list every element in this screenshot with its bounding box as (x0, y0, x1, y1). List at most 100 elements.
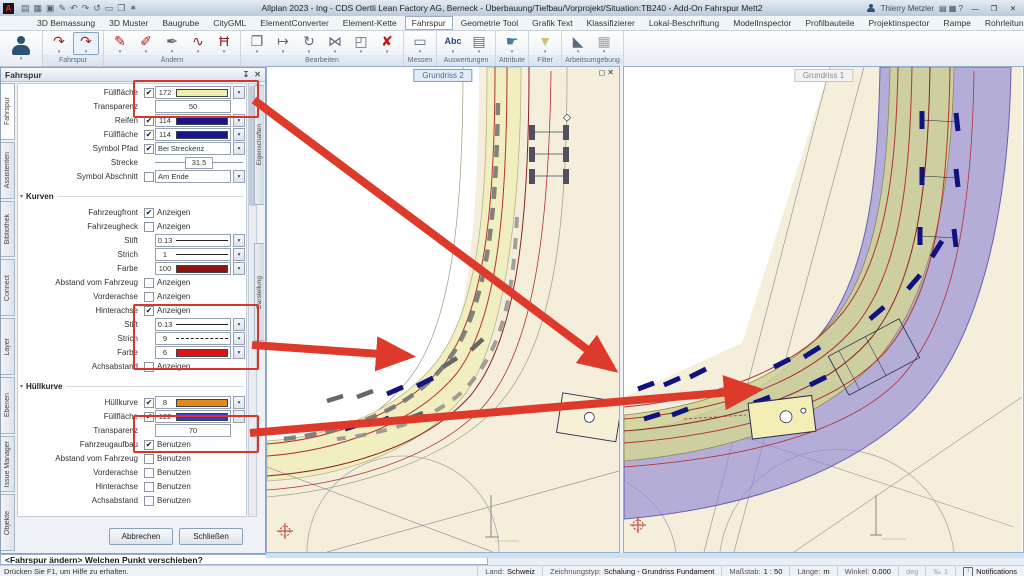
rotate-icon[interactable]: ↻▾ (297, 33, 321, 54)
user-name[interactable]: Thierry Metzler (881, 4, 934, 13)
dropdown-button[interactable]: ▾ (233, 128, 245, 141)
close-button[interactable]: ✕ (1006, 4, 1020, 13)
palette-tab-layer[interactable]: Layer (1, 318, 15, 375)
checkbox[interactable] (144, 362, 154, 372)
slider[interactable]: 31.5 (155, 157, 243, 169)
ribbon-tab-projektinspector[interactable]: Projektinspector (863, 17, 936, 29)
palette-tab-assistenten[interactable]: Assistenten (1, 142, 15, 199)
dropdown-button[interactable]: ▾ (233, 114, 245, 127)
copy-icon[interactable]: ❐▾ (245, 33, 269, 54)
linestyle-field[interactable]: 0.13 (155, 318, 231, 331)
options-icon[interactable]: ✶ (129, 4, 137, 13)
palette-tab-ebenen[interactable]: Ebenen (1, 377, 15, 434)
stretch-icon[interactable]: ↦▾ (271, 33, 295, 54)
dropdown-button[interactable]: ▾ (233, 332, 245, 345)
ribbon-tab-lokal-beschriftung[interactable]: Lokal-Beschriftung (643, 17, 725, 29)
ribbon-tab-fahrspur[interactable]: Fahrspur (405, 16, 453, 30)
dropdown-button[interactable]: ▾ (233, 410, 245, 423)
panel-side-tab-darstellung[interactable]: Darstellung (254, 243, 264, 341)
modify-curve-icon[interactable]: ∿▾ (186, 33, 210, 54)
palette-tab-fahrspur[interactable]: Fahrspur (1, 83, 15, 140)
help-icon[interactable]: ? (959, 4, 963, 13)
select-field[interactable]: Am Ende (155, 170, 231, 183)
dropdown-button[interactable]: ▾ (233, 234, 245, 247)
dropdown-button[interactable]: ▾ (233, 86, 245, 99)
viewport-window-controls[interactable]: ◻✕ (599, 68, 616, 77)
scale-icon[interactable]: ◰▾ (349, 33, 373, 54)
undo-icon[interactable]: ↶ (70, 4, 78, 13)
palette-tab-connect[interactable]: Connect (1, 259, 15, 316)
color-field[interactable]: 6 (155, 346, 231, 359)
modify-point-icon[interactable]: ✐▾ (134, 33, 158, 54)
ribbon-tab-geometrie-tool[interactable]: Geometrie Tool (455, 17, 524, 29)
cancel-button[interactable]: Abbrechen (109, 528, 173, 545)
checkbox[interactable] (144, 454, 154, 464)
value-input[interactable]: 70 (155, 424, 231, 437)
checkbox[interactable]: ✔ (144, 144, 154, 154)
viewport-grundriss-2[interactable]: Grundriss 2 ◻✕ (266, 66, 620, 553)
color-field[interactable]: 122 (155, 410, 231, 423)
abc-label-icon[interactable]: Abc▾ (441, 33, 465, 54)
redo-icon[interactable]: ↷ (82, 4, 90, 13)
shop-icon[interactable]: ▦ (949, 4, 959, 13)
window-icon[interactable]: ❐ (117, 4, 125, 13)
workspace-triangle-icon[interactable]: ◣▾ (566, 33, 590, 54)
viewport-scroll-strip[interactable] (266, 553, 1024, 558)
checkbox[interactable] (144, 496, 154, 506)
minimize-button[interactable]: — (968, 4, 982, 13)
workspace-grid-icon[interactable]: ▦▾ (592, 33, 616, 54)
checkbox[interactable]: ✔ (144, 130, 154, 140)
ribbon-tab-element-kette[interactable]: Element-Kette (337, 17, 403, 29)
palette-tab-bibliothek[interactable]: Bibliothek (1, 201, 15, 258)
color-field[interactable]: 114 (155, 114, 231, 127)
maximize-button[interactable]: ❐ (987, 4, 1001, 13)
ribbon-tab-citygml[interactable]: CityGML (207, 17, 252, 29)
ribbon-tab-rohrleitung[interactable]: Rohrleitung (979, 17, 1024, 29)
checkbox[interactable] (144, 468, 154, 478)
dropdown-button[interactable]: ▾ (233, 170, 245, 183)
fahrspur-modify-icon[interactable]: ↷▾ (73, 32, 99, 55)
checkbox[interactable] (144, 292, 154, 302)
dropdown-button[interactable]: ▾ (233, 262, 245, 275)
user-avatar-icon[interactable] (867, 4, 876, 13)
dropdown-button[interactable]: ▾ (233, 318, 245, 331)
checkbox[interactable]: ✔ (144, 398, 154, 408)
checkbox[interactable]: ✔ (144, 116, 154, 126)
repeat-icon[interactable]: ↺ (93, 4, 101, 13)
checkbox[interactable]: ✔ (144, 440, 154, 450)
dropdown-button[interactable]: ▾ (233, 396, 245, 409)
value-input[interactable]: 50 (155, 100, 231, 113)
viewport-label[interactable]: Grundriss 2 (413, 69, 472, 82)
linestyle-field[interactable]: 9 (155, 332, 231, 345)
screen-icon[interactable]: ▤ (939, 4, 949, 13)
mirror-icon[interactable]: ⋈▾ (323, 33, 347, 54)
dropdown-button[interactable]: ▾ (233, 346, 245, 359)
checkbox[interactable]: ✔ (144, 306, 154, 316)
filter-funnel-icon[interactable]: ▼▾ (533, 33, 557, 54)
open-icon[interactable]: ▤ (21, 4, 30, 13)
modify-pencil-icon[interactable]: ✎▾ (108, 33, 132, 54)
modify-symbol-icon[interactable]: ✒▾ (160, 33, 184, 54)
section-header-kurven[interactable]: ▾Kurven (20, 190, 244, 202)
select-field[interactable]: Bei Streckenz (155, 142, 231, 155)
attributes-hand-icon[interactable]: ☛▾ (500, 33, 524, 54)
ribbon-tab-elementconverter[interactable]: ElementConverter (254, 17, 335, 29)
ribbon-tab-3d-muster[interactable]: 3D Muster (103, 17, 154, 29)
pin-icon[interactable]: ↧ (243, 70, 250, 79)
modify-profile-icon[interactable]: Ħ▾ (212, 33, 236, 54)
dropdown-button[interactable]: ▾ (233, 248, 245, 261)
checkbox[interactable]: ✔ (144, 208, 154, 218)
section-header-h-llkurve[interactable]: ▾Hüllkurve (20, 380, 244, 392)
dropdown-button[interactable]: ▾ (233, 142, 245, 155)
measure-icon[interactable]: ▭▾ (408, 33, 432, 54)
ribbon-tab-rampe[interactable]: Rampe (937, 17, 976, 29)
actionbar-user-button[interactable]: ▾ (0, 31, 43, 66)
fahrspur-create-icon[interactable]: ↷▾ (47, 33, 71, 54)
ribbon-tab-baugrube[interactable]: Baugrube (156, 17, 205, 29)
color-field[interactable]: 100 (155, 262, 231, 275)
color-field[interactable]: 8 (155, 396, 231, 409)
checkbox[interactable]: ✔ (144, 412, 154, 422)
panel-side-tab-eigenschaften[interactable]: Eigenschaften (254, 85, 264, 205)
report-icon[interactable]: ▤▾ (467, 33, 491, 54)
viewport-label[interactable]: Grundriss 1 (794, 69, 853, 82)
